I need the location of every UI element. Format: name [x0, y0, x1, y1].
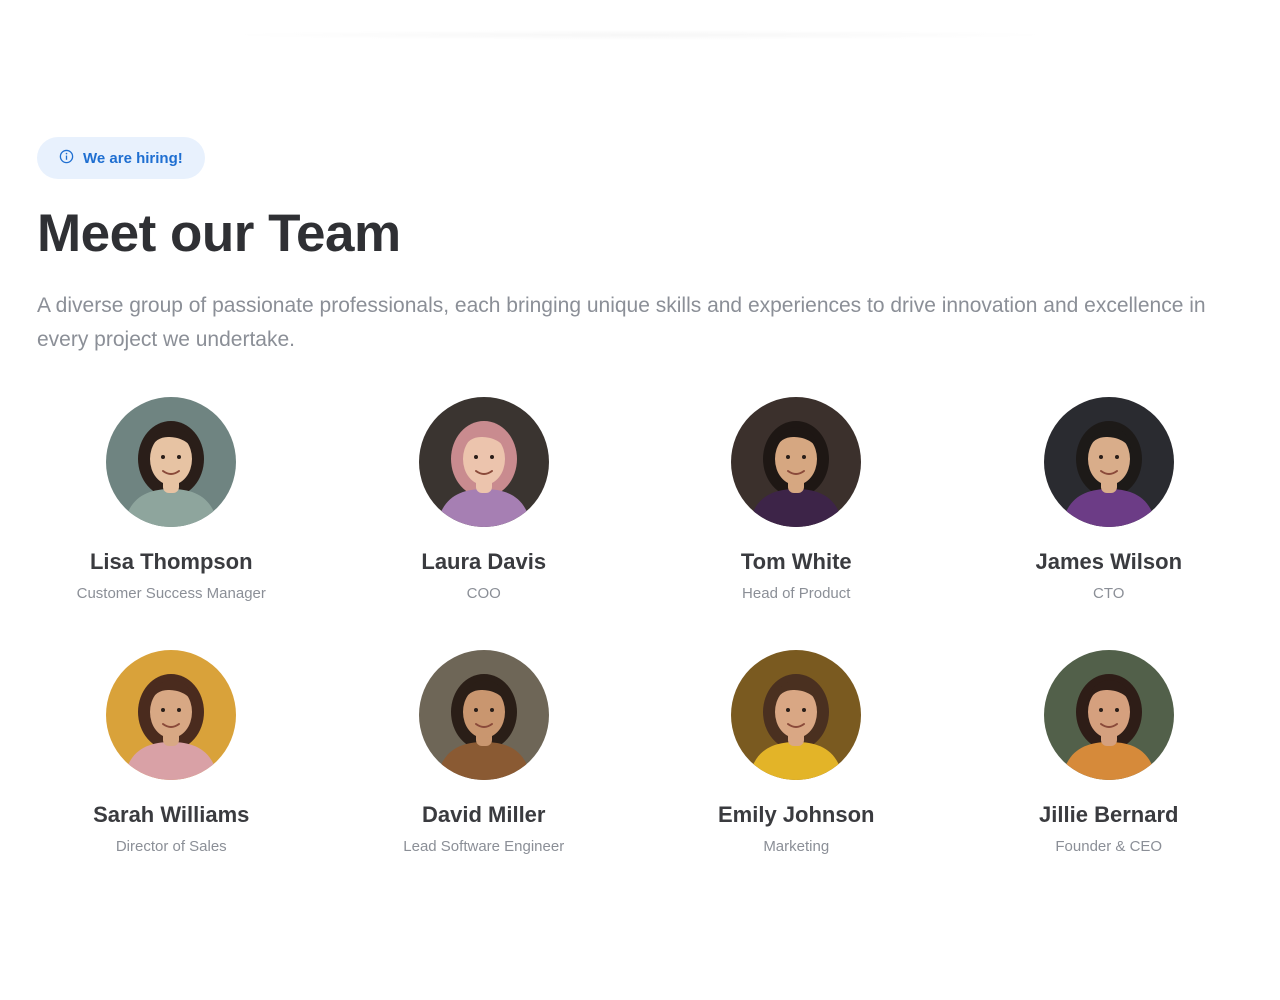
member-role: Founder & CEO [1055, 838, 1163, 855]
portrait-image [731, 650, 862, 780]
member-role: Marketing [763, 838, 830, 855]
avatar [418, 650, 549, 780]
header-shadow [215, 30, 1065, 40]
member-role: Director of Sales [115, 838, 227, 855]
avatar [418, 397, 549, 527]
team-member-card: Jillie Bernard Founder & CEO [953, 650, 1266, 857]
portrait-image [1043, 397, 1174, 527]
page-subtitle: A diverse group of passionate profession… [37, 294, 1206, 351]
info-icon [59, 149, 74, 168]
team-member-card: Sarah Williams Director of Sales [15, 650, 328, 857]
avatar [731, 397, 862, 527]
portrait-image [1043, 650, 1174, 780]
member-name: Lisa Thompson [89, 549, 253, 574]
portrait-image [418, 397, 549, 527]
member-role: Lead Software Engineer [403, 838, 565, 855]
avatar [106, 650, 237, 780]
team-member-card: Emily Johnson Marketing [640, 650, 953, 857]
member-name: David Miller [422, 802, 546, 827]
member-role: COO [466, 585, 501, 602]
member-name: James Wilson [1035, 549, 1183, 574]
member-name: Jillie Bernard [1039, 802, 1179, 827]
member-role: Customer Success Manager [76, 585, 266, 602]
portrait-image [731, 397, 862, 527]
member-name: Emily Johnson [718, 802, 875, 827]
team-member-card: James Wilson CTO [953, 397, 1266, 604]
member-name: Sarah Williams [93, 802, 250, 827]
member-name: Laura Davis [421, 549, 547, 574]
portrait-image [418, 650, 549, 780]
avatar [731, 650, 862, 780]
avatar [1043, 397, 1174, 527]
team-member-card: Lisa Thompson Customer Success Manager [15, 397, 328, 604]
hiring-badge[interactable]: We are hiring! [37, 137, 205, 179]
team-member-card: Laura Davis COO [328, 397, 641, 604]
avatar [1043, 650, 1174, 780]
member-role: CTO [1093, 585, 1125, 602]
team-member-card: Tom White Head of Product [640, 397, 953, 604]
team-member-card: David Miller Lead Software Engineer [328, 650, 641, 857]
portrait-image [106, 650, 237, 780]
member-role: Head of Product [742, 585, 851, 602]
avatar [106, 397, 237, 527]
team-section: We are hiring! Meet our Team A diverse g… [37, 137, 1243, 357]
portrait-image [106, 397, 237, 527]
hiring-badge-label: We are hiring! [83, 149, 183, 167]
member-name: Tom White [740, 549, 852, 574]
team-grid: Lisa Thompson Customer Success Manager L… [15, 397, 1265, 857]
page-title: Meet our Team [37, 204, 401, 263]
